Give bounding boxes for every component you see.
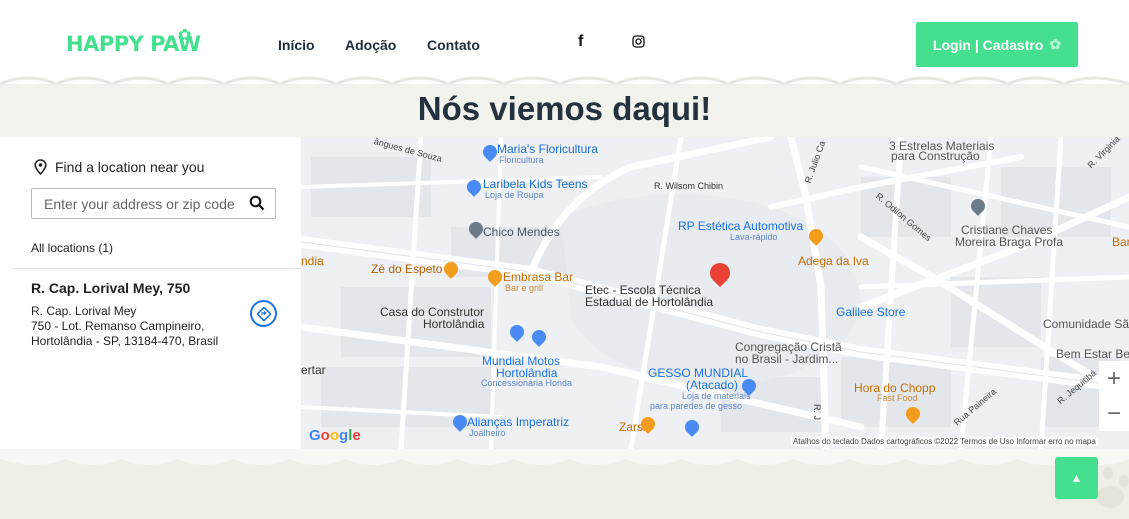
location-address: R. Cap. Lorival Mey 750 - Lot. Remanso C… <box>31 304 219 348</box>
page-title: Nós viemos daqui! <box>417 90 712 127</box>
directions-icon <box>256 306 271 321</box>
zoom-in-button[interactable]: + <box>1099 361 1129 396</box>
footer-wave <box>0 449 1129 519</box>
google-map[interactable]: Maria's Floricultura Floricultura Laribe… <box>301 137 1129 449</box>
search-box <box>31 188 276 219</box>
instagram-icon[interactable] <box>632 35 645 53</box>
paw-icon: ✿ <box>178 25 191 44</box>
logo[interactable]: HAPPY PAW ✿ <box>66 25 201 56</box>
map-label: no Brasil - Jardim... <box>735 352 839 366</box>
chevron-up-icon: ▲ <box>1070 471 1083 485</box>
map-label: Comunidade São <box>1043 317 1129 331</box>
map-label: Maria's Floricultura <box>497 142 598 156</box>
facebook-icon[interactable]: f <box>578 33 583 51</box>
map-label: Loja de materiais <box>682 391 751 401</box>
map-label: Galilee Store <box>836 305 906 319</box>
map-label: ndia <box>301 254 324 268</box>
map-label: Joalheiro <box>469 428 506 438</box>
street-label: R. Wilsom Chibin <box>654 181 724 191</box>
map-label: Moreira Braga Profa <box>955 235 1064 249</box>
all-locations-label: All locations (1) <box>31 241 114 255</box>
map-label: para paredes de gesso <box>650 401 743 411</box>
directions-button[interactable] <box>250 300 277 327</box>
nav-inicio[interactable]: Início <box>278 37 315 53</box>
map-label: Concessionária Honda <box>481 378 573 388</box>
map-label: Chico Mendes <box>483 225 560 239</box>
login-button[interactable]: Login | Cadastro ✿ <box>916 22 1078 67</box>
location-name[interactable]: R. Cap. Lorival Mey, 750 <box>31 280 190 296</box>
map-label: Fast Food <box>877 393 918 403</box>
map-label: Zé do Espeto <box>371 262 443 276</box>
map-label: Loja de Roupa <box>485 190 544 200</box>
street-label: R. J <box>812 403 823 421</box>
map-label: Adega da Iva <box>798 254 869 268</box>
address-search-input[interactable] <box>42 189 241 218</box>
paw-icon: ✿ <box>1049 36 1062 52</box>
map-label: Bar <box>1112 235 1129 249</box>
scroll-to-top-button[interactable]: ▲ <box>1055 457 1098 499</box>
google-logo: Google <box>309 427 361 444</box>
map-label: para Construção <box>891 149 980 163</box>
store-locator-panel: Find a location near you All locations (… <box>0 137 301 449</box>
map-label: Bem Estar Be <box>1056 347 1129 361</box>
zoom-out-button[interactable]: − <box>1099 396 1129 431</box>
map-label: Bar e grill <box>505 283 544 293</box>
nav-adocao[interactable]: Adoção <box>345 37 396 53</box>
map-label: RP Estética Automotiva <box>678 219 804 233</box>
map-label: Floricultura <box>499 155 544 165</box>
map-label: Lava-rápido <box>730 232 778 242</box>
divider <box>12 268 301 269</box>
map-label: Embrasa Bar <box>503 270 574 284</box>
map-label: Alianças Imperatriz <box>467 415 570 429</box>
map-label: ertar <box>301 363 326 377</box>
nav-contato[interactable]: Contato <box>427 37 480 53</box>
map-label: (Atacado) <box>686 378 739 392</box>
map-label: Hortolândia <box>423 317 485 331</box>
map-label: Laribela Kids Teens <box>483 177 588 191</box>
map-label: Estadual de Hortolândia <box>585 295 714 309</box>
map-credits[interactable]: Atalhos do teclado Dados cartográficos ©… <box>791 437 1098 446</box>
location-pin-icon <box>34 159 47 175</box>
search-icon[interactable] <box>249 195 265 211</box>
find-location-label: Find a location near you <box>34 159 204 175</box>
